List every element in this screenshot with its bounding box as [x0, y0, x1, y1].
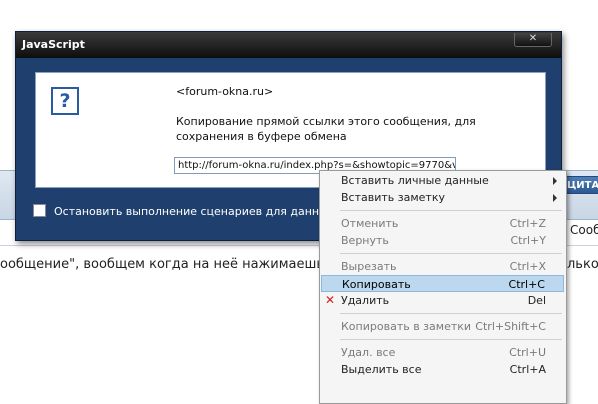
- menu-item-shortcut: Ctrl+C: [508, 278, 545, 291]
- menu-separator: [340, 339, 562, 340]
- menu-item-insert-personal-data[interactable]: Вставить личные данные: [321, 172, 564, 189]
- menu-item-cut[interactable]: Вырезать Ctrl+X: [321, 258, 564, 275]
- menu-item-label: Удал. все: [341, 346, 396, 359]
- menu-item-shortcut: Ctrl+Z: [509, 217, 546, 230]
- menu-item-label: Вернуть: [341, 234, 389, 247]
- stop-scripts-label: Остановить выполнение сценариев для данн…: [54, 205, 356, 218]
- menu-item-label: Вставить личные данные: [341, 174, 489, 187]
- menu-item-shortcut: Del: [527, 294, 546, 307]
- menu-item-label: Вырезать: [341, 260, 397, 273]
- menu-item-label: Удалить: [341, 294, 390, 307]
- stop-scripts-option[interactable]: Остановить выполнение сценариев для данн…: [33, 204, 356, 218]
- close-icon[interactable]: ✕: [514, 33, 552, 47]
- delete-x-icon: ✕: [325, 293, 336, 307]
- menu-item-copy[interactable]: Копировать Ctrl+C: [321, 275, 564, 292]
- dialog-title: JavaScript: [22, 38, 85, 51]
- menu-item-copy-to-notes[interactable]: Копировать в заметки Ctrl+Shift+C: [321, 318, 564, 335]
- menu-item-label: Отменить: [341, 217, 399, 230]
- question-icon: ?: [51, 87, 79, 115]
- menu-item-delete-all[interactable]: Удал. все Ctrl+U: [321, 344, 564, 361]
- menu-item-shortcut: Ctrl+Y: [510, 234, 546, 247]
- menu-item-label: Копировать: [342, 278, 411, 291]
- menu-item-shortcut: Ctrl+Shift+C: [475, 320, 546, 333]
- menu-item-shortcut: Ctrl+U: [509, 346, 546, 359]
- menu-item-delete[interactable]: ✕ Удалить Del: [321, 292, 564, 309]
- context-menu: Вставить личные данные Вставить заметку …: [319, 170, 567, 404]
- menu-item-undo[interactable]: Отменить Ctrl+Z: [321, 215, 564, 232]
- menu-item-shortcut: Ctrl+A: [509, 363, 546, 376]
- menu-separator: [340, 210, 562, 211]
- menu-item-label: Выделить все: [341, 363, 422, 376]
- stop-scripts-checkbox[interactable]: [33, 204, 46, 217]
- menu-item-redo[interactable]: Вернуть Ctrl+Y: [321, 232, 564, 249]
- menu-item-select-all[interactable]: Выделить все Ctrl+A: [321, 361, 564, 378]
- menu-item-label: Копировать в заметки: [341, 320, 472, 333]
- dialog-site: <forum-okna.ru>: [176, 85, 274, 98]
- menu-separator: [340, 313, 562, 314]
- submenu-arrow-icon: [553, 177, 557, 185]
- menu-item-insert-note[interactable]: Вставить заметку: [321, 189, 564, 206]
- dialog-titlebar: JavaScript ✕: [16, 32, 561, 58]
- post-body-text-right: лько: [567, 257, 598, 272]
- menu-separator: [340, 253, 562, 254]
- submenu-arrow-icon: [553, 194, 557, 202]
- menu-item-label: Вставить заметку: [341, 191, 445, 204]
- background-text-fragment: Сооб: [570, 223, 598, 237]
- dialog-message: Копирование прямой ссылки этого сообщени…: [176, 115, 476, 143]
- post-body-text: ообщение", вообщем когда на неё нажимаеш…: [0, 257, 329, 272]
- menu-item-shortcut: Ctrl+X: [509, 260, 546, 273]
